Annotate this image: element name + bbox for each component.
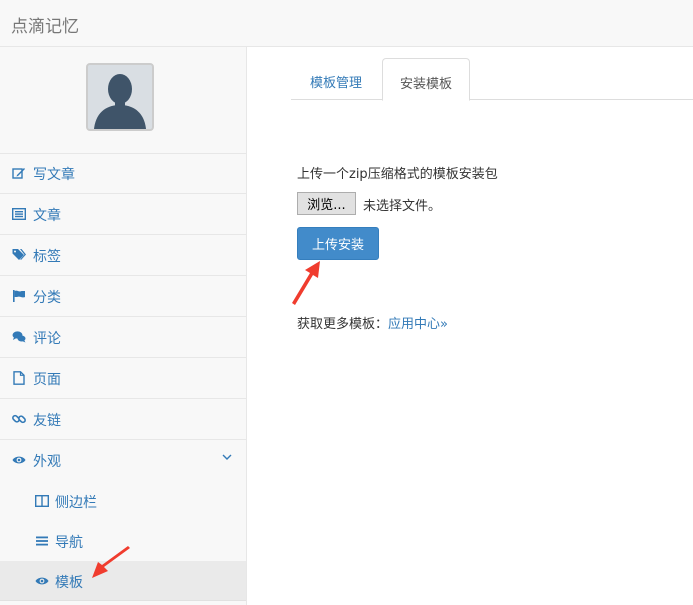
tab-install-template[interactable]: 安装模板	[382, 58, 470, 101]
sidebar-subitem-sidebar-widgets[interactable]: 侧边栏	[0, 481, 246, 521]
sidebar-item-label: 分类	[33, 290, 61, 306]
sidebar-subitem-navigation[interactable]: 导航	[0, 521, 246, 561]
tags-icon	[12, 249, 26, 260]
avatar[interactable]	[86, 63, 154, 131]
sidebar: 写文章 文章 标签 分类 评论 页面 友链 外观 侧边栏 导航 模板	[0, 47, 247, 605]
sidebar-subitem-label: 侧边栏	[55, 495, 97, 511]
app-center-link[interactable]: 应用中心»	[388, 317, 448, 332]
sidebar-item-label: 友链	[33, 413, 61, 429]
sidebar-item-label: 页面	[33, 372, 61, 388]
sidebar-item-pages[interactable]: 页面	[0, 358, 246, 399]
columns-icon	[35, 495, 49, 508]
comments-icon	[12, 331, 26, 343]
more-templates-label: 获取更多模板：	[297, 317, 389, 332]
eye-icon	[35, 577, 49, 585]
sidebar-item-label: 外观	[33, 454, 61, 470]
browse-button[interactable]: 浏览...	[297, 192, 356, 215]
edit-icon	[12, 168, 25, 179]
more-templates-row: 获取更多模板：应用中心»	[297, 313, 448, 332]
link-icon	[12, 414, 26, 424]
sidebar-item-posts[interactable]: 文章	[0, 194, 246, 235]
flag-icon	[13, 290, 25, 302]
user-silhouette-icon	[88, 65, 152, 129]
sidebar-item-label: 文章	[33, 208, 61, 224]
upload-install-button[interactable]: 上传安装	[297, 227, 379, 260]
sidebar-item-categories[interactable]: 分类	[0, 276, 246, 317]
sidebar-item-tags[interactable]: 标签	[0, 235, 246, 276]
sidebar-item-label: 评论	[33, 331, 61, 347]
site-brand[interactable]: 点滴记忆	[11, 12, 79, 37]
sidebar-subitem-label: 模板	[55, 575, 83, 591]
sidebar-item-comments[interactable]: 评论	[0, 317, 246, 358]
sidebar-item-label: 写文章	[33, 167, 75, 183]
upload-instruction: 上传一个zip压缩格式的模板安装包	[297, 167, 498, 182]
sidebar-item-links[interactable]: 友链	[0, 399, 246, 440]
top-navbar: 点滴记忆	[0, 0, 693, 47]
bars-icon	[36, 536, 48, 546]
file-icon	[13, 371, 25, 385]
list-icon	[12, 208, 26, 221]
eye-icon	[12, 456, 26, 464]
annotation-arrow-icon	[292, 261, 320, 305]
avatar-section	[0, 47, 246, 154]
sidebar-subitem-templates[interactable]: 模板	[0, 561, 246, 601]
sidebar-subitem-label: 导航	[55, 535, 83, 551]
sidebar-item-write-post[interactable]: 写文章	[0, 153, 246, 194]
tab-template-management[interactable]: 模板管理	[291, 58, 381, 100]
chevron-down-icon	[222, 454, 232, 460]
sidebar-item-appearance[interactable]: 外观	[0, 440, 246, 481]
sidebar-item-label: 标签	[33, 249, 61, 265]
no-file-selected-text: 未选择文件。	[363, 199, 442, 214]
tab-bar: 模板管理 安装模板	[291, 58, 693, 101]
